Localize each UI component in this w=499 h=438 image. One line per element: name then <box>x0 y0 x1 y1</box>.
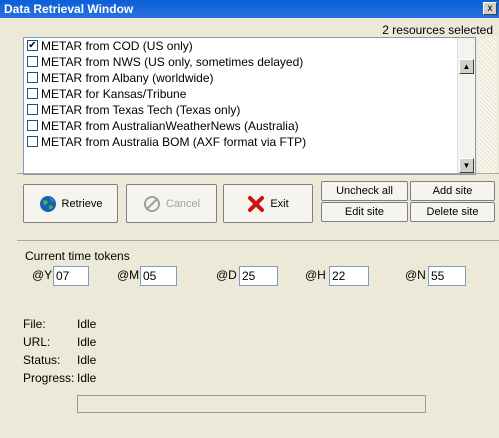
resize-grip <box>477 37 497 173</box>
token-d-label: @D <box>216 268 237 282</box>
resources-selected-count: 2 resources selected <box>382 23 493 37</box>
list-item[interactable]: METAR for Kansas/Tribune <box>24 86 458 102</box>
token-y-field[interactable]: 07 <box>53 266 89 286</box>
uncheck-all-label: Uncheck all <box>336 185 393 197</box>
scroll-down-icon[interactable]: ▼ <box>459 158 474 173</box>
token-d-field[interactable]: 25 <box>239 266 278 286</box>
progress-value: Idle <box>77 371 97 385</box>
globe-icon <box>39 195 56 212</box>
vertical-scrollbar[interactable]: ▲ ▼ <box>457 38 475 174</box>
list-item-label: METAR from Albany (worldwide) <box>41 71 214 85</box>
retrieve-button[interactable]: Retrieve <box>23 184 118 223</box>
title-bar: Data Retrieval Window x <box>0 0 499 18</box>
list-item[interactable]: METAR from NWS (US only, sometimes delay… <box>24 54 458 70</box>
list-item[interactable]: METAR from Albany (worldwide) <box>24 70 458 86</box>
file-label: File: <box>23 317 46 331</box>
progress-bar <box>77 395 426 413</box>
resource-list[interactable]: ✔ METAR from COD (US only) METAR from NWS … <box>23 37 476 175</box>
checkbox[interactable] <box>27 56 38 67</box>
url-label: URL: <box>23 335 51 349</box>
list-item-label: METAR from NWS (US only, sometimes delay… <box>41 55 304 69</box>
delete-site-label: Delete site <box>426 206 479 218</box>
list-item-label: METAR from AustralianWeatherNews (Austra… <box>41 119 299 133</box>
url-value: Idle <box>77 335 97 349</box>
token-m-label: @M <box>117 268 140 282</box>
resource-list-items: ✔ METAR from COD (US only) METAR from NWS … <box>24 38 458 150</box>
exit-x-icon <box>248 195 265 212</box>
token-n-field[interactable]: 55 <box>428 266 466 286</box>
edit-site-label: Edit site <box>344 206 385 218</box>
cancel-button[interactable]: Cancel <box>126 184 217 223</box>
list-item-label: METAR from Australia BOM (AXF format via… <box>41 135 307 149</box>
delete-site-button[interactable]: Delete site <box>410 202 495 222</box>
list-item-label: METAR from Texas Tech (Texas only) <box>41 103 241 117</box>
checkbox[interactable] <box>27 88 38 99</box>
token-h-label: @H <box>305 268 326 282</box>
progress-label: Progress: <box>23 371 75 385</box>
uncheck-all-button[interactable]: Uncheck all <box>321 181 408 201</box>
list-item[interactable]: METAR from Texas Tech (Texas only) <box>24 102 458 118</box>
file-value: Idle <box>77 317 97 331</box>
checkbox[interactable] <box>27 72 38 83</box>
exit-label: Exit <box>270 197 289 210</box>
edit-site-button[interactable]: Edit site <box>321 202 408 222</box>
list-item[interactable]: METAR from AustralianWeatherNews (Austra… <box>24 118 458 134</box>
scroll-up-icon[interactable]: ▲ <box>459 59 474 74</box>
list-item-label: METAR for Kansas/Tribune <box>41 87 187 101</box>
exit-button[interactable]: Exit <box>223 184 313 223</box>
time-tokens-title: Current time tokens <box>25 249 130 263</box>
checkbox[interactable]: ✔ <box>27 40 38 51</box>
checkbox[interactable] <box>27 136 38 147</box>
list-item-label: METAR from COD (US only) <box>41 39 193 53</box>
checkbox[interactable] <box>27 120 38 131</box>
token-y-label: @Y <box>32 268 53 282</box>
token-h-field[interactable]: 22 <box>329 266 369 286</box>
status-value: Idle <box>77 353 97 367</box>
cancel-label: Cancel <box>165 197 201 210</box>
token-m-field[interactable]: 05 <box>140 266 177 286</box>
token-n-label: @N <box>405 268 426 282</box>
list-item[interactable]: METAR from Australia BOM (AXF format via… <box>24 134 458 150</box>
checkbox[interactable] <box>27 104 38 115</box>
add-site-button[interactable]: Add site <box>410 181 495 201</box>
retrieve-label: Retrieve <box>61 197 103 210</box>
window-title: Data Retrieval Window <box>4 2 134 16</box>
cancel-icon <box>143 195 160 212</box>
list-item[interactable]: ✔ METAR from COD (US only) <box>24 38 458 54</box>
status-label: Status: <box>23 353 61 367</box>
add-site-label: Add site <box>432 185 473 197</box>
close-icon[interactable]: x <box>483 2 497 15</box>
